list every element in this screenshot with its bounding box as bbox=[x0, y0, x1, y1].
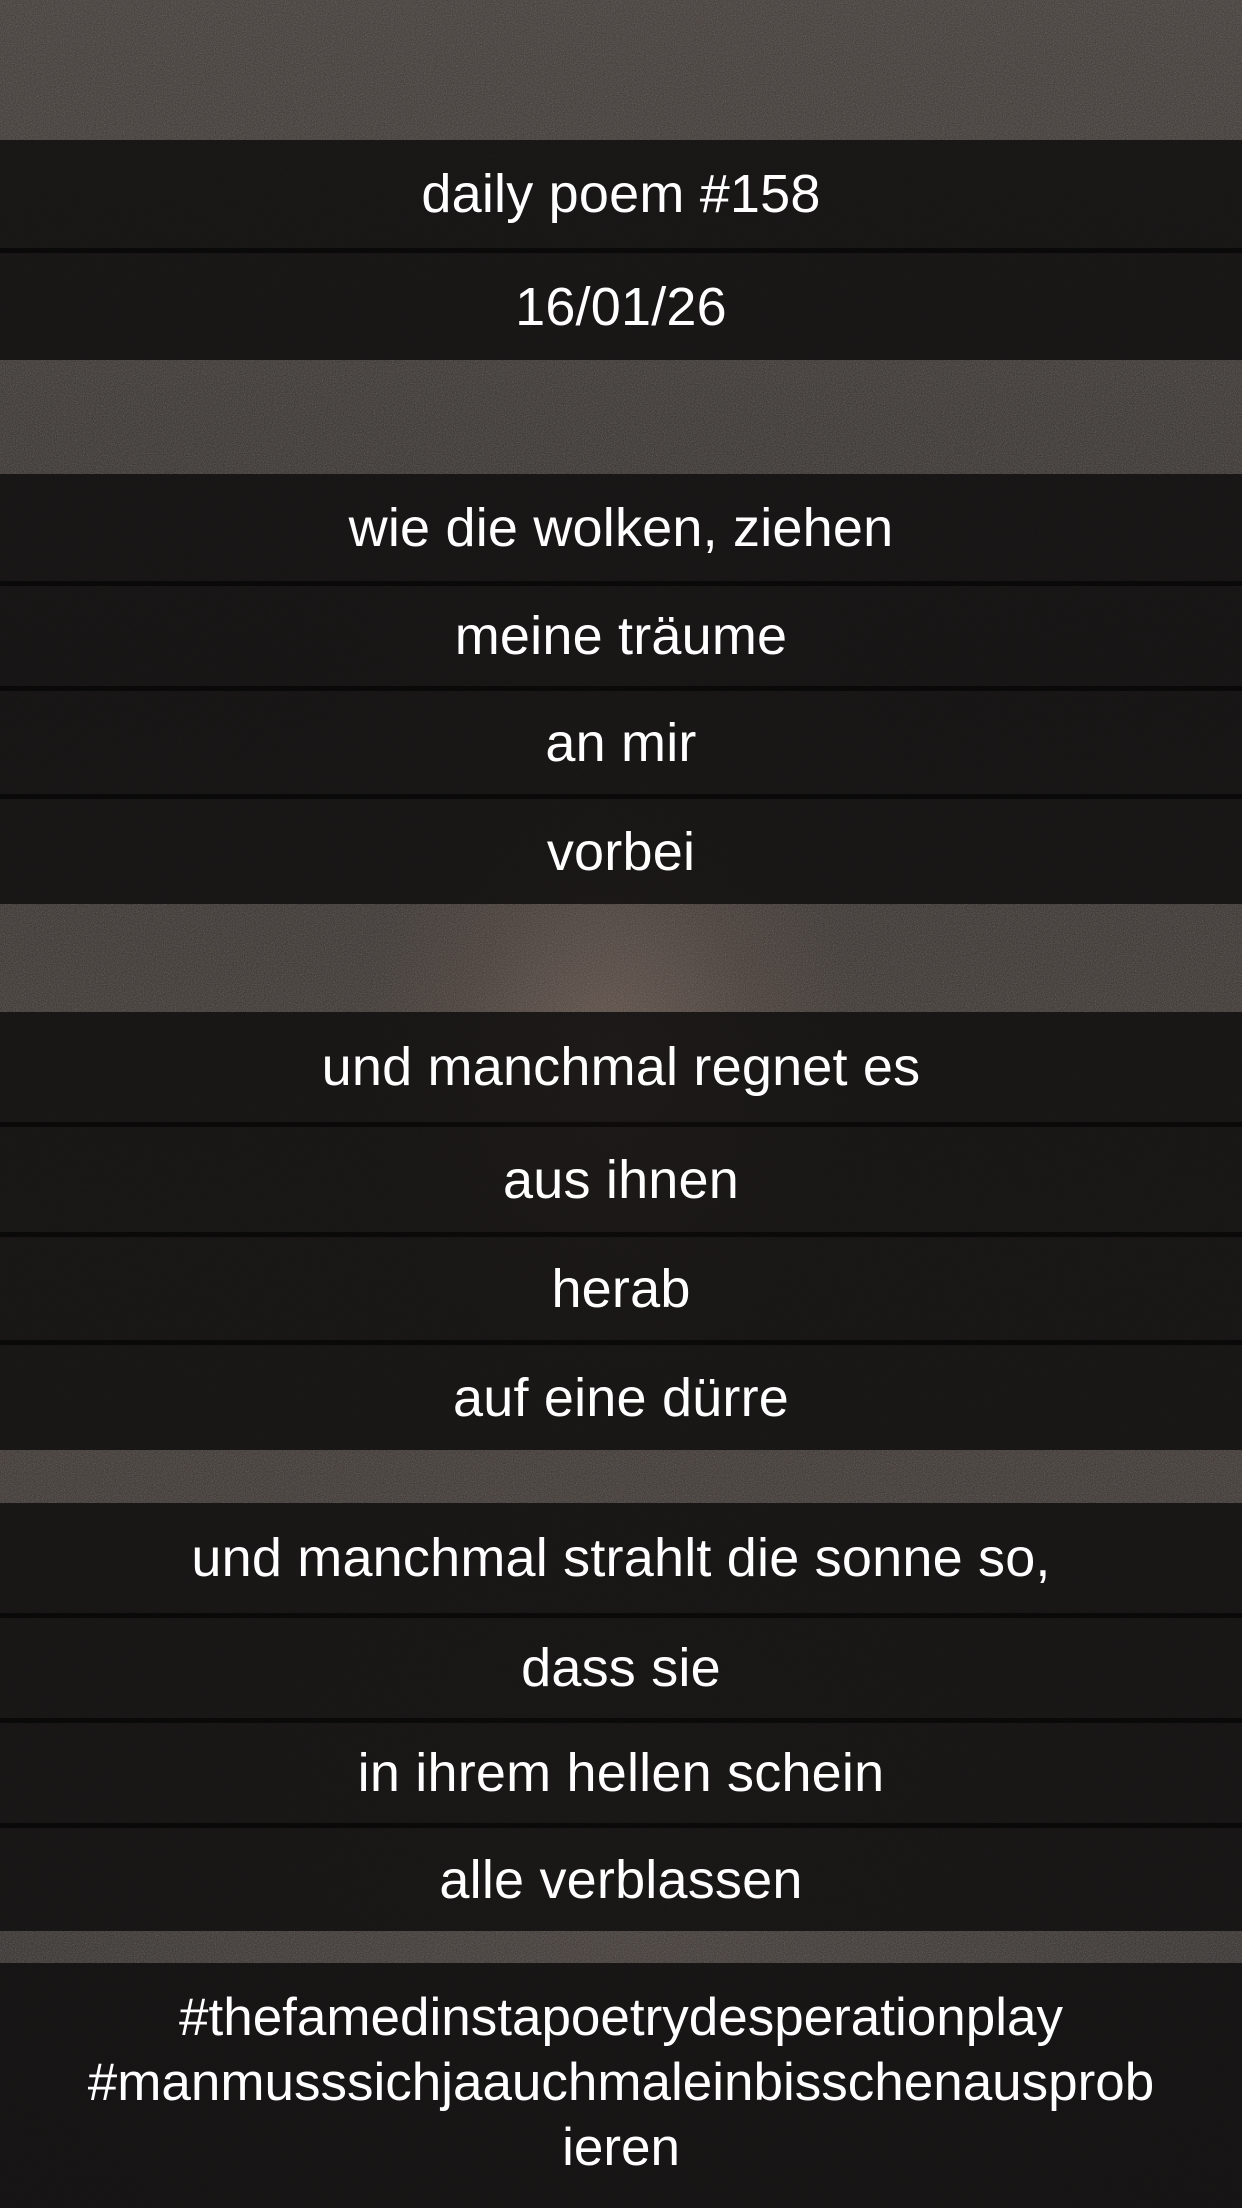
poem-title: daily poem #158 bbox=[0, 140, 1242, 248]
poem-line: herab bbox=[0, 1232, 1242, 1340]
poem-line: alle verblassen bbox=[0, 1823, 1242, 1931]
poem-line: dass sie bbox=[0, 1613, 1242, 1718]
poem-line: an mir bbox=[0, 686, 1242, 794]
poem-line: in ihrem hellen schein bbox=[0, 1718, 1242, 1823]
poem-line: vorbei bbox=[0, 794, 1242, 904]
poem-line: auf eine dürre bbox=[0, 1340, 1242, 1450]
hashtag-line: #manmusssichjaauchmaleinbisschenausprob bbox=[87, 2053, 1155, 2112]
hashtag-line: #thefamedinstapoetrydesperationplay bbox=[179, 1988, 1063, 2047]
poem-line: und manchmal strahlt die sonne so, bbox=[0, 1503, 1242, 1613]
poem-line: wie die wolken, ziehen bbox=[0, 474, 1242, 581]
hashtag-line: ieren bbox=[562, 2118, 680, 2177]
hashtags-block: #thefamedinstapoetrydesperationplay #man… bbox=[0, 1963, 1242, 2208]
poem-line: aus ihnen bbox=[0, 1122, 1242, 1232]
poem-date: 16/01/26 bbox=[0, 248, 1242, 360]
poem-line: meine träume bbox=[0, 581, 1242, 686]
poem-line: und manchmal regnet es bbox=[0, 1012, 1242, 1122]
